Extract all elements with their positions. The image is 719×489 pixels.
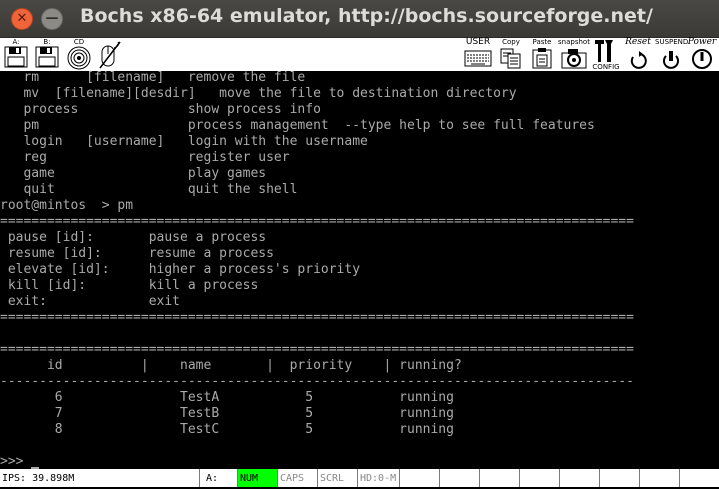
console-line: exit: exit	[0, 294, 181, 309]
power-button[interactable]: Power	[686, 38, 718, 71]
suspend-button[interactable]: SUSPEND	[655, 38, 689, 71]
paste-button[interactable]: Paste	[528, 38, 556, 71]
config-tools-icon	[595, 40, 613, 62]
console-separator: ========================================…	[0, 342, 634, 357]
status-slot	[560, 469, 600, 487]
console-input-prompt: >>>	[0, 454, 32, 469]
console-line: pause [id]: pause a process	[0, 230, 267, 245]
status-slot	[520, 469, 560, 487]
floppy-a-label: A:	[12, 38, 20, 46]
console-separator: ========================================…	[0, 214, 634, 229]
snapshot-button[interactable]: snapshot	[558, 38, 590, 71]
console-line: kill [id]: kill a process	[0, 278, 259, 293]
status-slot	[440, 469, 480, 487]
scroll-lock-indicator: SCRL	[318, 469, 358, 487]
console-line: process show process info	[0, 102, 321, 117]
status-slot	[680, 469, 719, 487]
console-line: quit quit the shell	[0, 182, 298, 197]
process-table-row: 7 TestB 5 running	[0, 406, 454, 421]
emulator-console[interactable]: rm [filename] remove the file mv [filena…	[0, 70, 719, 470]
floppy-disk-icon	[4, 46, 28, 68]
status-slot	[480, 469, 520, 487]
status-slot	[640, 469, 680, 487]
minimize-window-button[interactable]: —	[41, 8, 63, 30]
window-titlebar[interactable]: ✕ — Bochs x86-64 emulator, http://bochs.…	[0, 0, 719, 38]
console-line: login [username] login with the username	[0, 134, 368, 149]
floppy-drive-indicator: A:	[200, 469, 238, 487]
reset-icon	[630, 51, 647, 69]
user-label: USER	[465, 37, 491, 47]
console-input-line[interactable]: >>>	[0, 454, 40, 470]
num-lock-indicator: NUM	[238, 469, 278, 487]
mouse-capture-button[interactable]	[96, 38, 124, 71]
cdrom-button[interactable]: CD	[64, 38, 94, 71]
console-prompt-line: root@mintos > pm	[0, 198, 134, 213]
ips-indicator: IPS: 39.898M	[0, 469, 200, 487]
config-button[interactable]: CONFIG	[591, 38, 621, 71]
snapshot-label: snapshot	[558, 38, 590, 46]
console-line: pm process management --type help to see…	[0, 118, 595, 133]
keyboard-icon	[464, 50, 492, 67]
console-line: rm [filename] remove the file	[0, 70, 306, 85]
mouse-icon	[99, 41, 121, 69]
copy-button[interactable]: Copy	[497, 38, 525, 71]
process-table-row: 8 TestC 5 running	[0, 422, 454, 437]
caps-lock-indicator: CAPS	[278, 469, 318, 487]
floppy-b-label: B:	[43, 38, 51, 46]
process-table-header: id | name | priority | running?	[0, 358, 462, 373]
process-table-row: 6 TestA 5 running	[0, 390, 454, 405]
suspend-icon	[663, 51, 679, 69]
console-line: resume [id]: resume a process	[0, 246, 274, 261]
copy-label: Copy	[502, 38, 520, 46]
bochs-toolbar: A: B: CD USER Copy Paste snapshot CONFIG…	[0, 38, 719, 71]
floppy-a-button[interactable]: A:	[2, 38, 30, 71]
cdrom-label: CD	[73, 38, 85, 46]
paste-label: Paste	[532, 38, 552, 46]
console-line: elevate [id]: higher a process's priorit…	[0, 262, 361, 277]
status-slot	[600, 469, 640, 487]
status-slot	[400, 469, 440, 487]
power-label: Power	[687, 37, 717, 47]
cdrom-icon	[67, 46, 91, 70]
floppy-disk-icon	[35, 46, 59, 68]
camera-icon	[561, 49, 587, 69]
config-label: CONFIG	[592, 63, 620, 71]
power-icon	[692, 49, 712, 69]
hard-disk-indicator: HD:0-M	[358, 469, 400, 487]
reset-label: Reset	[625, 37, 651, 47]
floppy-b-button[interactable]: B:	[33, 38, 61, 71]
status-bar: IPS: 39.898M A: NUM CAPS SCRL HD:0-M	[0, 469, 719, 487]
close-window-button[interactable]: ✕	[11, 8, 33, 30]
console-line: mv [filename][desdir] move the file to d…	[0, 86, 517, 101]
copy-icon	[500, 48, 521, 69]
console-separator: ----------------------------------------…	[0, 374, 634, 389]
reset-button[interactable]: Reset	[622, 38, 654, 71]
paste-icon	[532, 48, 552, 69]
user-button[interactable]: USER	[462, 38, 494, 71]
window-title: Bochs x86-64 emulator, http://bochs.sour…	[80, 5, 653, 27]
console-separator: ========================================…	[0, 310, 634, 325]
suspend-label: SUSPEND	[655, 38, 689, 46]
console-line: game play games	[0, 166, 267, 181]
console-line: reg register user	[0, 150, 290, 165]
